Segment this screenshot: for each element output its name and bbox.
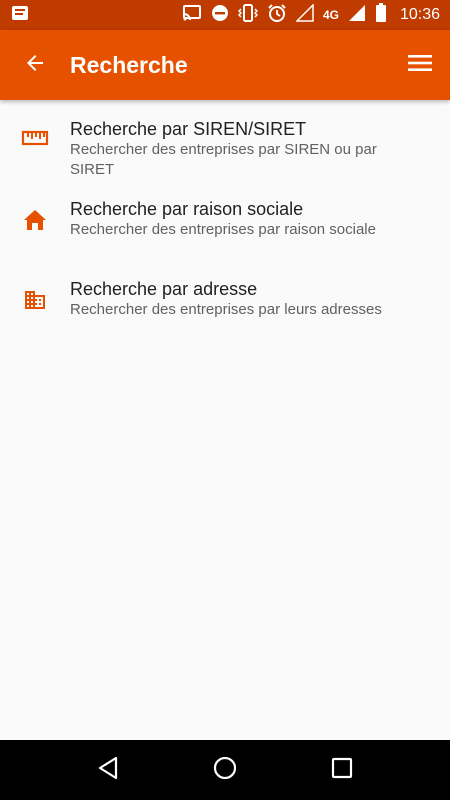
recents-nav-icon bbox=[331, 757, 353, 784]
search-option-raison-sociale[interactable]: Recherche par raison sociale Rechercher … bbox=[0, 180, 450, 260]
search-option-adresse[interactable]: Recherche par adresse Rechercher des ent… bbox=[0, 260, 450, 340]
option-subtitle: Rechercher des entreprises par raison so… bbox=[70, 221, 376, 238]
nav-back-button[interactable] bbox=[78, 740, 138, 800]
nav-home-button[interactable] bbox=[195, 740, 255, 800]
ruler-icon bbox=[21, 128, 49, 153]
signal-icon bbox=[295, 2, 314, 27]
page-title: Recherche bbox=[70, 51, 188, 78]
home-nav-icon bbox=[212, 755, 238, 786]
menu-button[interactable] bbox=[390, 30, 450, 100]
back-button[interactable] bbox=[0, 30, 70, 100]
menu-icon bbox=[407, 53, 433, 78]
arrow-back-icon bbox=[23, 51, 47, 80]
option-title: Recherche par adresse bbox=[70, 279, 258, 299]
option-title: Recherche par raison sociale bbox=[70, 199, 304, 219]
cast-icon bbox=[182, 4, 202, 27]
back-nav-icon bbox=[97, 756, 119, 785]
search-option-siren[interactable]: Recherche par SIREN/SIRET Rechercher des… bbox=[0, 100, 450, 180]
signal-4g-icon bbox=[348, 4, 366, 27]
status-bar: 4G 10:36 bbox=[0, 0, 450, 30]
home-icon bbox=[22, 208, 48, 237]
search-options-list: Recherche par SIREN/SIRET Rechercher des… bbox=[0, 100, 450, 340]
notification-icon bbox=[10, 3, 30, 28]
business-icon bbox=[22, 288, 48, 317]
alarm-icon bbox=[267, 3, 287, 28]
option-subtitle: Rechercher des entreprises par leurs adr… bbox=[70, 301, 382, 318]
clock: 10:36 bbox=[399, 6, 440, 23]
option-title: Recherche par SIREN/SIRET bbox=[70, 119, 307, 139]
option-subtitle: Rechercher des entreprises par SIREN ou … bbox=[70, 141, 377, 178]
navigation-bar bbox=[0, 740, 450, 800]
network-type: 4G bbox=[322, 8, 339, 22]
app-bar: Recherche bbox=[0, 30, 450, 100]
nav-recents-button[interactable] bbox=[312, 740, 372, 800]
vibrate-icon bbox=[237, 3, 258, 27]
do-not-disturb-icon bbox=[211, 4, 229, 27]
battery-icon bbox=[375, 2, 387, 28]
